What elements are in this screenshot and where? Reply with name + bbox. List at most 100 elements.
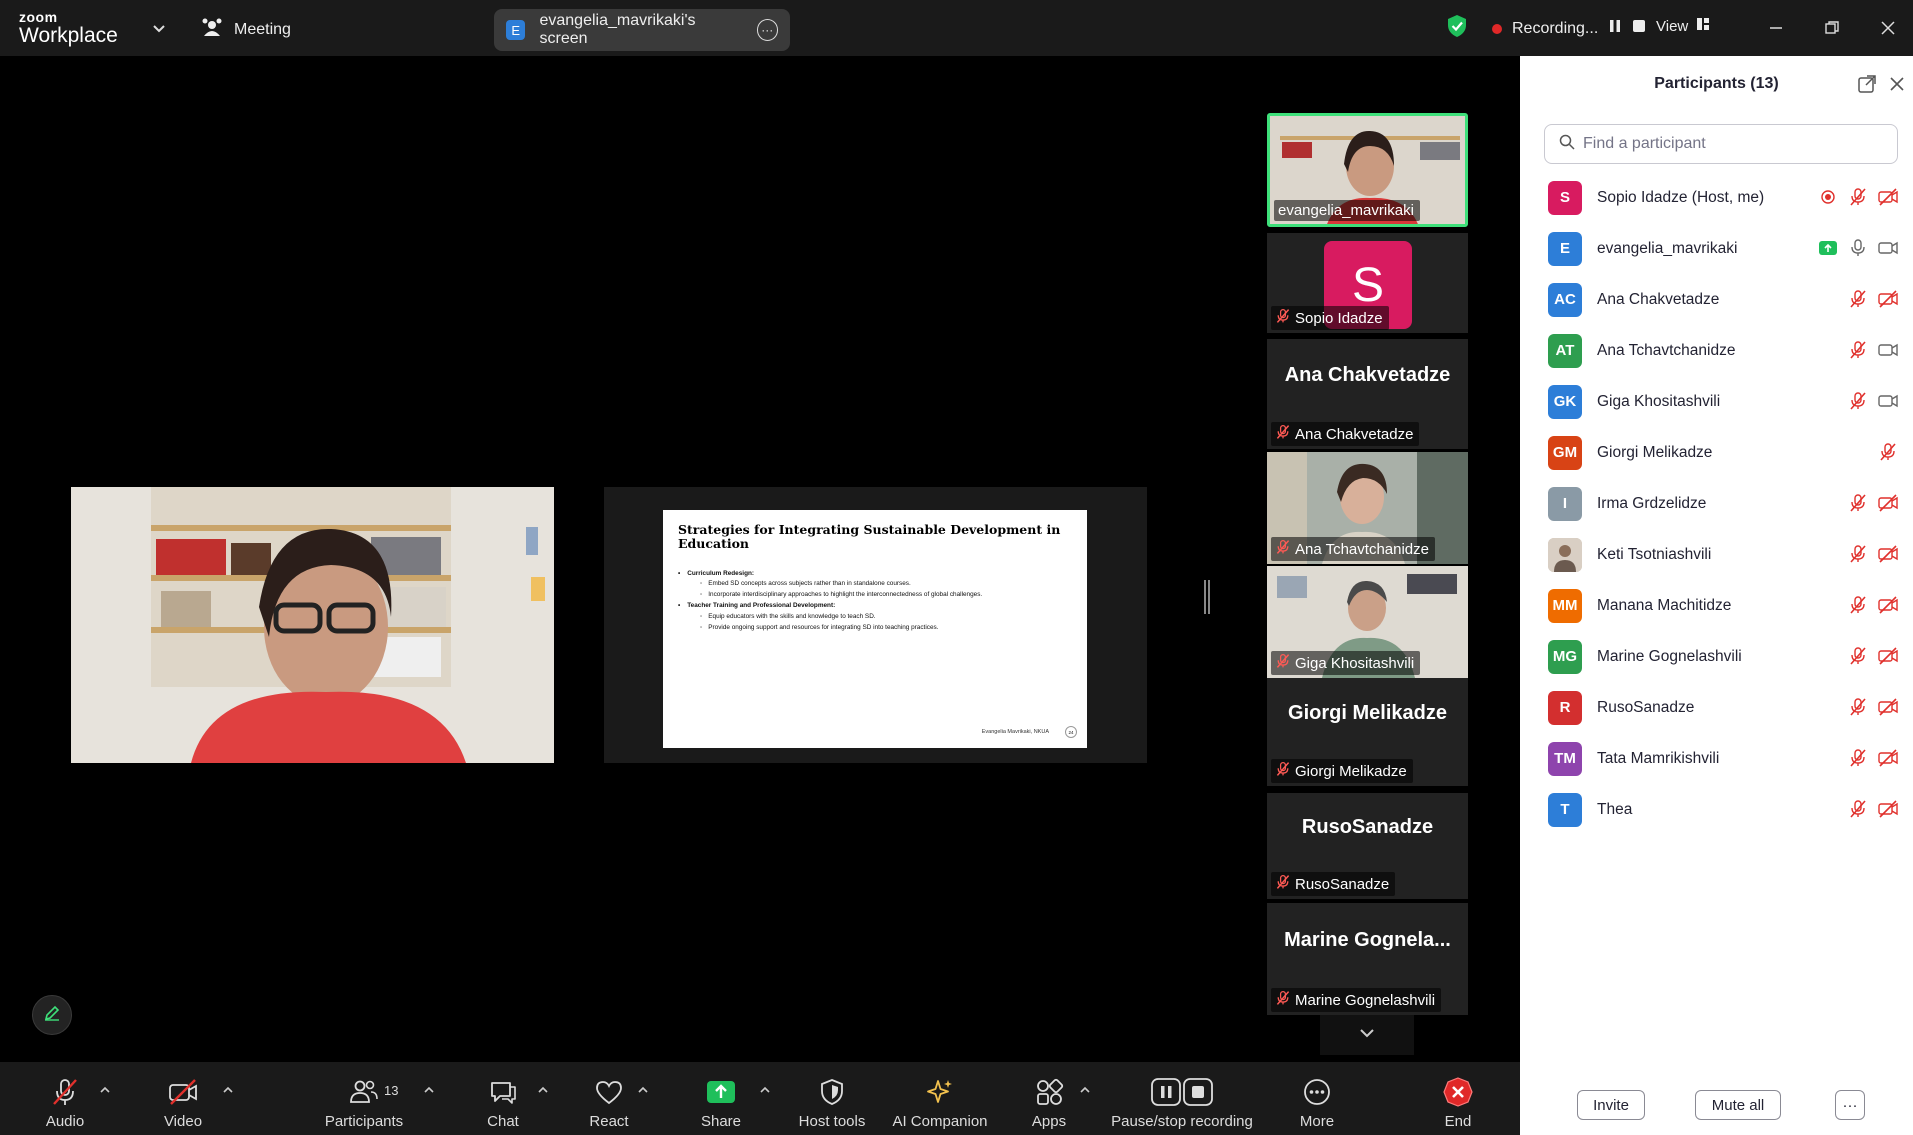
video-icon[interactable]: [1877, 339, 1899, 361]
close-panel-icon[interactable]: [1887, 74, 1907, 94]
shield-check-icon[interactable]: [1446, 14, 1468, 43]
pause-stop-recording-button[interactable]: Pause/stop recording: [1108, 1062, 1256, 1135]
participant-row[interactable]: TM Tata Mamrikishvili: [1520, 733, 1913, 784]
video-off-icon[interactable]: [1877, 594, 1899, 616]
video-icon[interactable]: [1877, 390, 1899, 412]
participant-row[interactable]: Eevangelia_mavrikaki: [1520, 223, 1913, 274]
more-options-icon[interactable]: ···: [756, 19, 779, 41]
participant-name: Tata Mamrikishvili: [1597, 749, 1720, 767]
participant-row[interactable]: GK Giga Khositashvili: [1520, 376, 1913, 427]
annotate-button[interactable]: [32, 995, 72, 1035]
microphone-muted-icon[interactable]: [1847, 288, 1869, 310]
video-off-icon[interactable]: [1877, 492, 1899, 514]
gallery-tile[interactable]: S Sopio Idadze: [1267, 233, 1468, 333]
video-off-icon[interactable]: [1877, 288, 1899, 310]
react-options-caret-icon[interactable]: [636, 1083, 650, 1095]
microphone-muted-icon: [1275, 424, 1291, 444]
video-button[interactable]: Video: [158, 1062, 208, 1135]
microphone-muted-icon[interactable]: [1847, 543, 1869, 565]
video-options-caret-icon[interactable]: [221, 1083, 235, 1095]
more-options-button[interactable]: ···: [1835, 1090, 1865, 1120]
microphone-muted-icon[interactable]: [1847, 798, 1869, 820]
participant-search[interactable]: [1544, 124, 1898, 164]
gallery-scroll-down-button[interactable]: [1320, 1015, 1414, 1055]
end-button[interactable]: End: [1438, 1062, 1478, 1135]
resize-handle[interactable]: [1204, 580, 1210, 614]
recording-indicator[interactable]: Recording...: [1446, 14, 1646, 43]
participant-row[interactable]: AC Ana Chakvetadze: [1520, 274, 1913, 325]
minimize-icon[interactable]: [1764, 16, 1788, 40]
gallery-tile[interactable]: RusoSanadze RusoSanadze: [1267, 793, 1468, 899]
speaker-camera-tile[interactable]: [71, 487, 554, 763]
participant-row[interactable]: I Irma Grdzelidze: [1520, 478, 1913, 529]
view-button[interactable]: View: [1656, 17, 1710, 35]
microphone-muted-icon[interactable]: [1847, 645, 1869, 667]
audio-options-caret-icon[interactable]: [98, 1083, 112, 1095]
microphone-muted-icon[interactable]: [1847, 339, 1869, 361]
screen-sharing-icon[interactable]: [1817, 237, 1839, 259]
microphone-muted-icon[interactable]: [1847, 747, 1869, 769]
participant-row[interactable]: S Sopio Idadze (Host, me): [1520, 172, 1913, 223]
close-window-icon[interactable]: [1876, 16, 1900, 40]
apps-options-caret-icon[interactable]: [1078, 1083, 1092, 1095]
participant-row[interactable]: MM Manana Machitidze: [1520, 580, 1913, 631]
participant-row[interactable]: MG Marine Gognelashvili: [1520, 631, 1913, 682]
participants-options-caret-icon[interactable]: [422, 1083, 436, 1095]
gallery-tile[interactable]: Ana Chakvetadze Ana Chakvetadze: [1267, 339, 1468, 449]
microphone-muted-icon[interactable]: [1847, 492, 1869, 514]
speaker-video-placeholder: [71, 487, 554, 763]
microphone-muted-icon[interactable]: [1847, 390, 1869, 412]
pop-out-icon[interactable]: [1857, 74, 1877, 94]
microphone-muted-icon[interactable]: [1847, 186, 1869, 208]
gallery-tile[interactable]: evangelia_mavrikaki: [1267, 113, 1468, 227]
participant-row[interactable]: Keti Tsotniashvili: [1520, 529, 1913, 580]
video-off-icon[interactable]: [1877, 696, 1899, 718]
slide-bullet-item: Equip educators with the skills and know…: [678, 612, 1072, 623]
microphone-muted-icon[interactable]: [1877, 441, 1899, 463]
react-button[interactable]: React: [586, 1062, 632, 1135]
sparkle-icon: [923, 1076, 957, 1108]
search-input[interactable]: [1583, 135, 1883, 153]
gallery-tile[interactable]: Giorgi Melikadze Giorgi Melikadze: [1267, 678, 1468, 786]
meeting-info-button[interactable]: Meeting: [200, 16, 291, 43]
host-tools-button[interactable]: Host tools: [792, 1062, 872, 1135]
chat-button[interactable]: Chat: [480, 1062, 526, 1135]
video-icon[interactable]: [1877, 237, 1899, 259]
gallery-tile[interactable]: Giga Khositashvili: [1267, 566, 1468, 678]
video-off-icon[interactable]: [1877, 645, 1899, 667]
ai-companion-button[interactable]: AI Companion: [890, 1062, 990, 1135]
mute-all-button[interactable]: Mute all: [1695, 1090, 1781, 1120]
stop-recording-icon[interactable]: [1632, 19, 1646, 38]
video-off-icon[interactable]: [1877, 798, 1899, 820]
video-off-icon[interactable]: [1877, 543, 1899, 565]
invite-button[interactable]: Invite: [1577, 1090, 1645, 1120]
share-options-caret-icon[interactable]: [758, 1083, 772, 1095]
more-button[interactable]: More: [1294, 1062, 1340, 1135]
shared-screen-pill[interactable]: E evangelia_mavrikaki's screen ···: [494, 9, 790, 51]
apps-button[interactable]: Apps: [1028, 1062, 1070, 1135]
participants-button[interactable]: Participants: [322, 1062, 406, 1135]
gallery-tile[interactable]: Marine Gognela... Marine Gognelashvili: [1267, 903, 1468, 1015]
restore-icon[interactable]: [1820, 16, 1844, 40]
gallery-tile[interactable]: Ana Tchavtchanidze: [1267, 452, 1468, 564]
host-tools-label: Host tools: [798, 1113, 866, 1130]
microphone-muted-icon[interactable]: [1847, 594, 1869, 616]
chat-options-caret-icon[interactable]: [536, 1083, 550, 1095]
participant-status-icons: [1847, 747, 1899, 769]
video-off-icon[interactable]: [1877, 747, 1899, 769]
chevron-down-icon[interactable]: [150, 19, 168, 37]
audio-button[interactable]: Audio: [40, 1062, 90, 1135]
shared-screen-tile[interactable]: Strategies for Integrating Sustainable D…: [604, 487, 1147, 763]
participant-row[interactable]: AT Ana Tchavtchanidze: [1520, 325, 1913, 376]
participant-name: Giga Khositashvili: [1597, 392, 1721, 410]
share-button[interactable]: Share: [698, 1062, 744, 1135]
pause-recording-icon[interactable]: [1608, 19, 1622, 38]
microphone-icon[interactable]: [1847, 237, 1869, 259]
video-off-icon[interactable]: [1877, 186, 1899, 208]
participant-row[interactable]: GM Giorgi Melikadze: [1520, 427, 1913, 478]
screen-owner-badge: E: [506, 20, 526, 40]
microphone-muted-icon[interactable]: [1847, 696, 1869, 718]
recording-status-icon[interactable]: [1817, 186, 1839, 208]
participant-row[interactable]: T Thea: [1520, 784, 1913, 835]
participant-row[interactable]: R RusoSanadze: [1520, 682, 1913, 733]
